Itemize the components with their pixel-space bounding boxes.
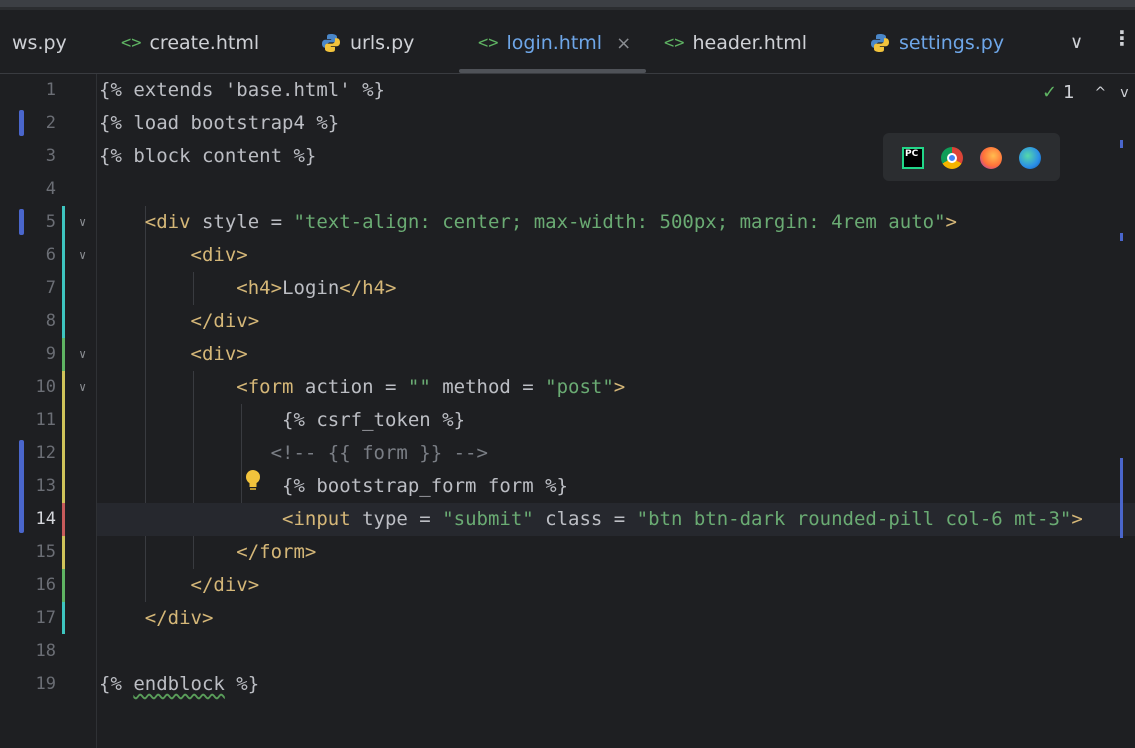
inspection-count: 1 <box>1063 82 1075 103</box>
code-text: </div> <box>144 607 214 629</box>
code-text: </form> <box>236 541 317 563</box>
active-tab-indicator <box>459 69 646 73</box>
fold-icon[interactable]: ∨ <box>79 215 86 229</box>
brace-bar-red <box>62 503 65 536</box>
code-line: </div> <box>97 305 1135 338</box>
tab-settings-py[interactable]: settings.py <box>870 30 1004 56</box>
scroll-marker <box>1120 233 1123 241</box>
code-text: {% endblock %} <box>99 673 260 695</box>
inspection-widget[interactable]: ✓ 1 ^ v <box>1042 82 1129 103</box>
code-text: </div> <box>190 574 260 596</box>
line-number: 16 <box>35 575 56 595</box>
firefox-icon[interactable] <box>980 147 1002 169</box>
chevron-down-icon[interactable]: ∨ <box>1070 32 1083 53</box>
line-number-current: 14 <box>35 509 56 529</box>
line-number: 17 <box>35 608 56 628</box>
line-number: 19 <box>35 674 56 694</box>
code-line: <h4>Login</h4> <box>97 272 1135 305</box>
editor-tab-bar: ws.py <> create.html urls.py <> login.ht… <box>0 10 1135 74</box>
scroll-marker <box>1120 140 1123 148</box>
code-text: {% load bootstrap4 %} <box>99 112 340 134</box>
code-line: </form> <box>97 536 1135 569</box>
scroll-marker <box>1120 458 1123 538</box>
code-text: {% block content %} <box>99 145 317 167</box>
code-text: </div> <box>190 310 260 332</box>
line-number: 4 <box>45 179 56 199</box>
tab-create-html[interactable]: <> create.html <box>121 30 259 56</box>
chevron-up-icon[interactable]: ^ <box>1095 85 1107 101</box>
python-icon <box>322 34 340 52</box>
line-number: 5 <box>45 212 56 232</box>
code-text: <form action = "" method = "post"> <box>236 376 626 398</box>
line-number: 1 <box>45 80 56 100</box>
code-line-current: <input type = "submit" class = "btn btn-… <box>97 503 1135 536</box>
tab-label: settings.py <box>899 32 1005 54</box>
code-line: <form action = "" method = "post"> <box>97 371 1135 404</box>
line-number: 15 <box>35 542 56 562</box>
fold-icon[interactable]: ∨ <box>79 380 86 394</box>
code-line: </div> <box>97 602 1135 635</box>
tab-login-html[interactable]: <> login.html × <box>478 30 631 56</box>
code-text: {% bootstrap_form form %} <box>99 475 568 497</box>
code-line: {% endblock %} <box>97 668 1135 701</box>
code-text: <input type = "submit" class = "btn btn-… <box>282 508 1083 530</box>
code-text: <!-- {{ form }} --> <box>99 442 488 464</box>
html-icon: <> <box>478 33 499 53</box>
line-number: 6 <box>45 245 56 265</box>
lightbulb-icon[interactable] <box>243 468 263 492</box>
tab-label: urls.py <box>350 32 415 54</box>
python-icon <box>871 34 889 52</box>
line-number: 3 <box>45 146 56 166</box>
chevron-down-icon[interactable]: v <box>1120 85 1128 101</box>
tab-ws-py[interactable]: ws.py <box>12 30 67 56</box>
tab-urls-py[interactable]: urls.py <box>321 30 414 56</box>
line-number: 9 <box>45 344 56 364</box>
code-text: <div> <box>190 343 248 365</box>
code-line: <div> <box>97 239 1135 272</box>
line-number: 18 <box>35 641 56 661</box>
tab-label: ws.py <box>12 32 67 54</box>
window-top-strip <box>0 0 1135 10</box>
code-text: <div style = "text-align: center; max-wi… <box>144 211 957 233</box>
line-number: 12 <box>35 443 56 463</box>
line-number: 2 <box>45 113 56 133</box>
code-line: <!-- {{ form }} --> <box>97 437 1135 470</box>
html-icon: <> <box>121 33 142 53</box>
line-number: 8 <box>45 311 56 331</box>
code-line: {% csrf_token %} <box>97 404 1135 437</box>
more-options-icon[interactable]: ⋮ <box>1112 26 1132 50</box>
code-text: <h4>Login</h4> <box>236 277 397 299</box>
code-line: <div style = "text-align: center; max-wi… <box>97 206 1135 239</box>
edge-icon[interactable] <box>1019 147 1041 169</box>
line-number: 7 <box>45 278 56 298</box>
brace-bar-yellow <box>62 371 65 569</box>
pycharm-icon[interactable]: PC <box>902 147 924 169</box>
tab-label: header.html <box>692 32 807 54</box>
close-icon[interactable]: × <box>616 33 631 54</box>
line-number: 13 <box>35 476 56 496</box>
code-text: <div> <box>190 244 248 266</box>
line-number: 11 <box>35 410 56 430</box>
line-number: 10 <box>35 377 56 397</box>
code-line: </div> <box>97 569 1135 602</box>
browser-preview-popup: PC <box>883 133 1060 181</box>
fold-icon[interactable]: ∨ <box>79 248 86 262</box>
fold-icon[interactable]: ∨ <box>79 347 86 361</box>
chrome-icon[interactable] <box>941 147 963 169</box>
check-icon: ✓ <box>1042 82 1058 103</box>
html-icon: <> <box>664 33 685 53</box>
code-line: {% extends 'base.html' %} <box>97 74 1135 107</box>
code-text: {% extends 'base.html' %} <box>99 79 385 101</box>
tab-header-html[interactable]: <> header.html <box>664 30 807 56</box>
tab-label: login.html <box>506 32 603 54</box>
code-line: <div> <box>97 338 1135 371</box>
tab-label: create.html <box>149 32 260 54</box>
code-text: {% csrf_token %} <box>99 409 466 431</box>
